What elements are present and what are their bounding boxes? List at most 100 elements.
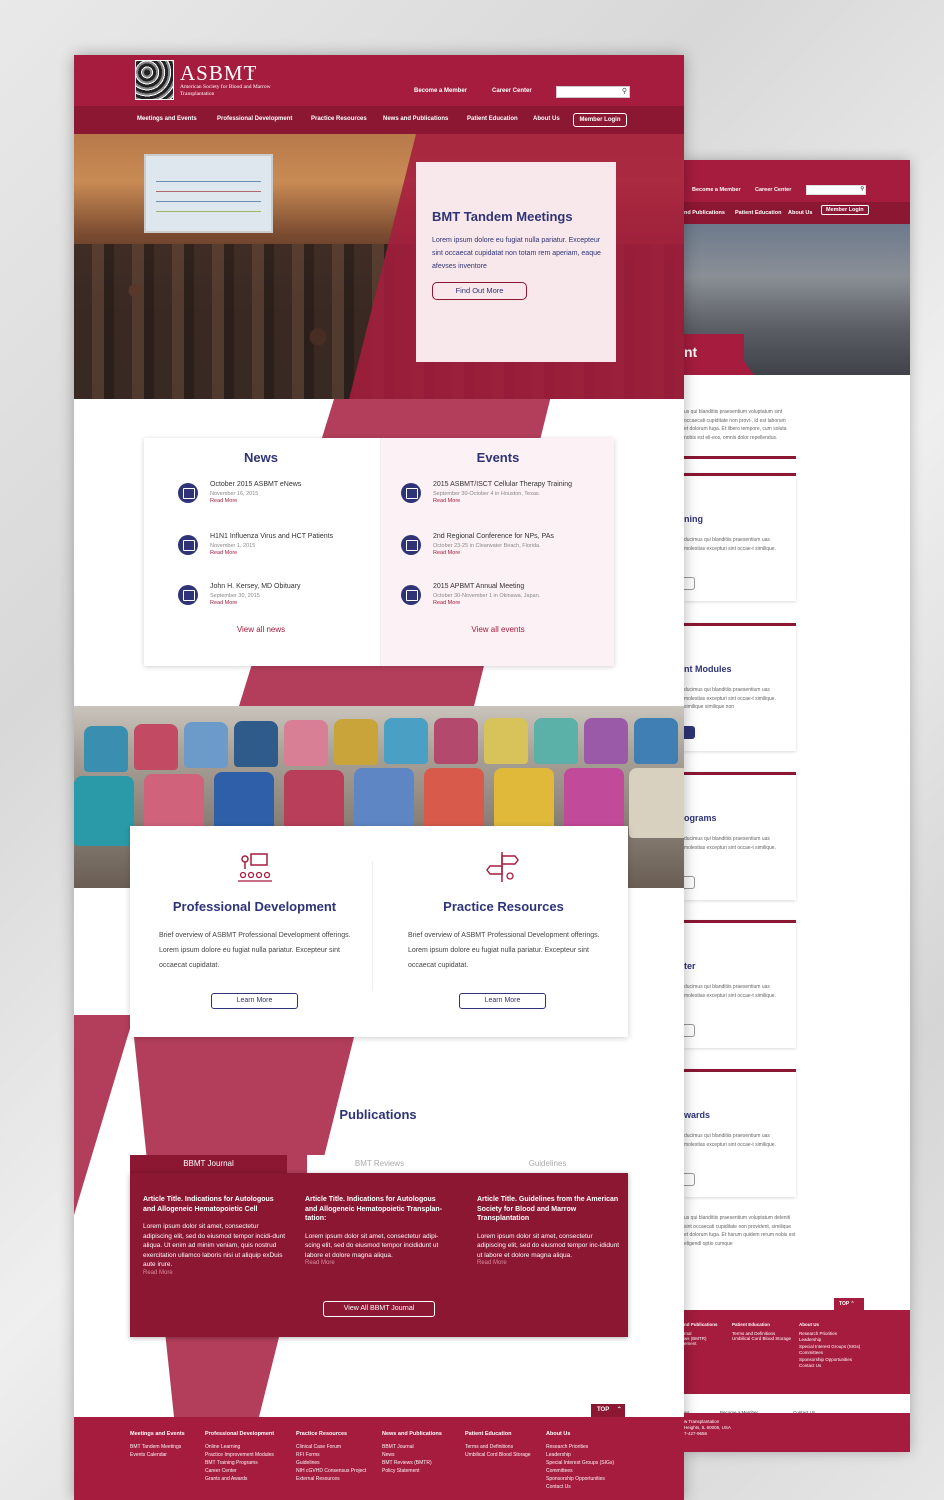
read-more-link[interactable]: Read More [210,600,237,606]
news-item-title[interactable]: H1N1 Influenza Virus and HCT Patients [210,533,333,540]
read-more-link[interactable]: Read More [433,600,460,606]
read-more-link[interactable]: Read More [210,498,237,504]
search-icon[interactable]: ⚲ [622,88,627,96]
footer-link[interactable]: Clinical Case Forum [296,1443,366,1451]
back-nav-item[interactable]: Patient Education [735,210,781,216]
tab-guidelines[interactable]: Guidelines [467,1155,628,1174]
footer-heading[interactable]: Practice Resources [296,1431,366,1437]
read-more-link[interactable]: Read More [433,498,460,504]
footer-link[interactable]: News [382,1451,442,1459]
career-center-link[interactable]: Career Center [492,88,532,94]
article-title[interactable]: Article Title. Indications for Autologou… [143,1195,288,1214]
article-title[interactable]: Article Title. Indications for Autologou… [305,1195,450,1224]
search-input[interactable]: ⚲ [556,86,630,98]
footer-link[interactable]: Umbilical Cord Blood Storage [465,1451,531,1459]
event-item-title[interactable]: 2nd Regional Conference for NPs, PAs [433,533,554,540]
footer-heading[interactable]: Meetings and Events [130,1431,185,1437]
footer-link[interactable]: External Resources [296,1475,366,1483]
back-nav-item[interactable]: nd Publications [684,210,725,216]
footer-link[interactable]: Sponsorship Opportunities [546,1475,614,1483]
become-member-link[interactable]: Become a Member [414,88,467,94]
back-card-button[interactable] [684,1024,695,1037]
back-footer-link[interactable]: ement [684,1341,718,1346]
footer-link[interactable]: NIH cGVHD Consensus Project [296,1467,366,1475]
footer-link[interactable]: Research Priorities [546,1443,614,1451]
footer-link[interactable]: RFI Forms [296,1451,366,1459]
news-item[interactable]: John H. Kersey, MD Obituary September 30… [178,583,378,613]
back-become-member-link[interactable]: Become a Member [692,187,741,193]
footer-link[interactable]: Grants and Awards [205,1475,274,1483]
back-to-top-button[interactable]: TOP ⌃ [591,1404,625,1417]
back-card-button[interactable] [684,577,695,590]
back-member-login-button[interactable]: Member Login [821,205,869,215]
nav-practice-resources[interactable]: Practice Resources [311,116,367,122]
footer-link[interactable]: Practice Improvement Modules [205,1451,274,1459]
back-nav-item[interactable]: About Us [788,210,812,216]
footer-link[interactable]: Committees [546,1467,614,1475]
back-search-input[interactable]: ⚲ [806,185,866,195]
read-more-link[interactable]: Read More [477,1260,622,1266]
footer-heading[interactable]: About Us [546,1431,614,1437]
back-top-button[interactable]: TOP ⌃ [834,1298,864,1310]
back-card-body: ducimus qui blanditiis praesentium uas m… [684,1133,776,1148]
footer-link[interactable]: Events Calendar [130,1451,185,1459]
tab-bbmt-journal[interactable]: BBMT Journal [130,1155,287,1173]
footer-heading[interactable]: News and Publications [382,1431,442,1437]
back-career-center-link[interactable]: Career Center [755,187,791,193]
article-card[interactable]: Article Title. Guidelines from the Ameri… [477,1195,622,1266]
view-all-bbmt-journal-button[interactable]: View All BBMT Journal [323,1301,435,1317]
news-item[interactable]: H1N1 Influenza Virus and HCT Patients No… [178,533,378,563]
footer-heading[interactable]: Patient Education [465,1431,531,1437]
article-card[interactable]: Article Title. Indications for Autologou… [143,1195,288,1276]
footer-link[interactable]: BMT Reviews (BMTR) [382,1459,442,1467]
footer-link[interactable]: Career Center [205,1467,274,1475]
back-card-button[interactable] [684,876,695,889]
back-footer-link[interactable]: Umbilical Cord Blood Storage [732,1336,791,1341]
footer-link[interactable]: Contact Us [546,1483,614,1491]
footer-link[interactable]: Guidelines [296,1459,366,1467]
read-more-link[interactable]: Read More [210,550,237,556]
news-item-title[interactable]: John H. Kersey, MD Obituary [210,583,301,590]
tab-bmt-reviews[interactable]: BMT Reviews [307,1155,452,1174]
footer-link[interactable]: Online Learning [205,1443,274,1451]
read-more-link[interactable]: Read More [433,550,460,556]
footer-link[interactable]: BBMT Journal [382,1443,442,1451]
nav-about-us[interactable]: About Us [533,116,560,122]
back-card-button[interactable] [684,726,695,739]
learn-more-button[interactable]: Learn More [211,993,298,1009]
view-all-events-link[interactable]: View all events [381,625,615,634]
footer-link[interactable]: Policy Statement [382,1467,442,1475]
footer-link[interactable]: BMT Training Programs [205,1459,274,1467]
back-card-button[interactable] [684,1173,695,1186]
read-more-link[interactable]: Read More [305,1260,450,1266]
nav-professional-development[interactable]: Professional Development [217,116,292,122]
nav-meetings-events[interactable]: Meetings and Events [137,116,197,122]
logo-image[interactable] [135,60,174,100]
footer-link[interactable]: Terms and Definitions [465,1443,531,1451]
article-title[interactable]: Article Title. Guidelines from the Ameri… [477,1195,622,1224]
member-login-button[interactable]: Member Login [573,113,627,127]
logo-text[interactable]: ASBMT [180,61,257,86]
news-item[interactable]: October 2015 ASBMT eNews November 16, 20… [178,481,378,511]
learn-more-button[interactable]: Learn More [459,993,546,1009]
back-footer-link[interactable]: Contact Us [799,1363,860,1370]
search-icon[interactable]: ⚲ [860,186,864,192]
back-address-line: 7-427-9656 [684,1431,708,1436]
back-card-title: ter [684,961,696,971]
read-more-link[interactable]: Read More [143,1270,288,1276]
event-item-title[interactable]: 2015 APBMT Annual Meeting [433,583,524,590]
footer-link[interactable]: Leadership [546,1451,614,1459]
view-all-news-link[interactable]: View all news [144,625,378,634]
find-out-more-button[interactable]: Find Out More [432,282,527,300]
footer-heading[interactable]: Professional Development [205,1431,274,1437]
footer-link[interactable]: Special Interest Groups (SIGs) [546,1459,614,1467]
nav-news-publications[interactable]: News and Publications [383,116,448,122]
event-item-title[interactable]: 2015 ASBMT/ISCT Cellular Therapy Trainin… [433,481,572,488]
nav-patient-education[interactable]: Patient Education [467,116,518,122]
footer-link[interactable]: BMT Tandem Meetings [130,1443,185,1451]
event-item[interactable]: 2nd Regional Conference for NPs, PAs Oct… [401,533,601,563]
news-item-title[interactable]: October 2015 ASBMT eNews [210,481,301,488]
event-item[interactable]: 2015 APBMT Annual Meeting October 30-Nov… [401,583,601,613]
article-card[interactable]: Article Title. Indications for Autologou… [305,1195,450,1266]
event-item[interactable]: 2015 ASBMT/ISCT Cellular Therapy Trainin… [401,481,601,511]
